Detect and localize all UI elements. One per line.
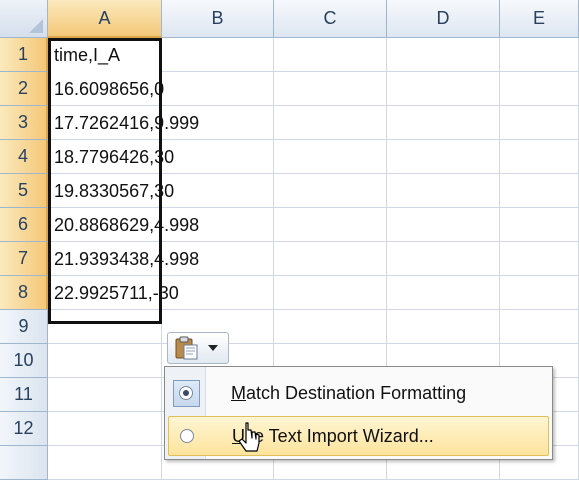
row-header-11[interactable]: 11 (0, 378, 48, 412)
grid-cell[interactable] (274, 106, 387, 140)
column-header-d[interactable]: D (387, 0, 500, 38)
grid-cell[interactable] (48, 446, 162, 480)
select-all-corner[interactable] (0, 0, 48, 38)
column-header-c[interactable]: C (274, 0, 387, 38)
row-header-10[interactable]: 10 (0, 344, 48, 378)
grid-cell[interactable] (387, 310, 500, 344)
row-header-13[interactable] (0, 446, 48, 480)
mouse-pointer-icon (238, 422, 260, 452)
grid-cell[interactable] (500, 72, 579, 106)
row-header-5[interactable]: 5 (0, 174, 48, 208)
grid-cell[interactable] (162, 276, 274, 310)
radio-unselected-icon (180, 429, 194, 443)
grid-cell[interactable] (162, 140, 274, 174)
grid-cell[interactable] (387, 38, 500, 72)
clipboard-paste-icon (175, 336, 198, 360)
row-header-3[interactable]: 3 (0, 106, 48, 140)
copy-marquee-selection (48, 38, 162, 324)
column-header-a[interactable]: A (48, 0, 162, 38)
column-header-b[interactable]: B (162, 0, 274, 38)
paste-options-menu: Match Destination Formatting Use Text Im… (164, 366, 553, 460)
grid-cell[interactable] (387, 140, 500, 174)
menu-item-use-text-import-wizard[interactable]: Use Text Import Wizard... (168, 416, 549, 456)
grid-cell[interactable] (48, 378, 162, 412)
grid-cell[interactable] (500, 106, 579, 140)
grid-cell[interactable] (387, 276, 500, 310)
row-header-2[interactable]: 2 (0, 72, 48, 106)
radio-selected-icon (179, 386, 193, 400)
grid-cell[interactable] (162, 174, 274, 208)
row-header-12[interactable]: 12 (0, 412, 48, 446)
grid-cell[interactable] (500, 208, 579, 242)
menu-item-match-destination-formatting[interactable]: Match Destination Formatting (168, 373, 549, 413)
grid-cell[interactable] (500, 310, 579, 344)
grid-cell[interactable] (274, 208, 387, 242)
grid-cell[interactable] (274, 72, 387, 106)
dropdown-arrow-icon (208, 345, 218, 351)
grid-cell[interactable] (387, 106, 500, 140)
grid-cell[interactable] (162, 38, 274, 72)
grid-cell[interactable] (274, 38, 387, 72)
grid-cell[interactable] (48, 412, 162, 446)
row-header-8[interactable]: 8 (0, 276, 48, 310)
grid-cell[interactable] (500, 242, 579, 276)
grid-cell[interactable] (500, 38, 579, 72)
grid-cell[interactable] (387, 208, 500, 242)
column-header-e[interactable]: E (500, 0, 579, 38)
grid-cell[interactable] (387, 242, 500, 276)
grid-cell[interactable] (274, 310, 387, 344)
menu-item-label: Match Destination Formatting (231, 382, 467, 403)
grid-cell[interactable] (500, 174, 579, 208)
select-all-triangle-icon (29, 19, 43, 33)
grid-cell[interactable] (500, 276, 579, 310)
grid-cell[interactable] (387, 72, 500, 106)
paste-options-button[interactable] (167, 332, 229, 364)
grid-cell[interactable] (500, 140, 579, 174)
grid-cell[interactable] (48, 344, 162, 378)
grid-cell[interactable] (387, 174, 500, 208)
row-header-1[interactable]: 1 (0, 38, 48, 72)
grid-cell[interactable] (274, 174, 387, 208)
row-header-6[interactable]: 6 (0, 208, 48, 242)
grid-cell[interactable] (274, 242, 387, 276)
row-header-7[interactable]: 7 (0, 242, 48, 276)
row-header-4[interactable]: 4 (0, 140, 48, 174)
grid-cell[interactable] (162, 72, 274, 106)
grid-cell[interactable] (274, 140, 387, 174)
grid-cell[interactable] (274, 276, 387, 310)
row-header-9[interactable]: 9 (0, 310, 48, 344)
